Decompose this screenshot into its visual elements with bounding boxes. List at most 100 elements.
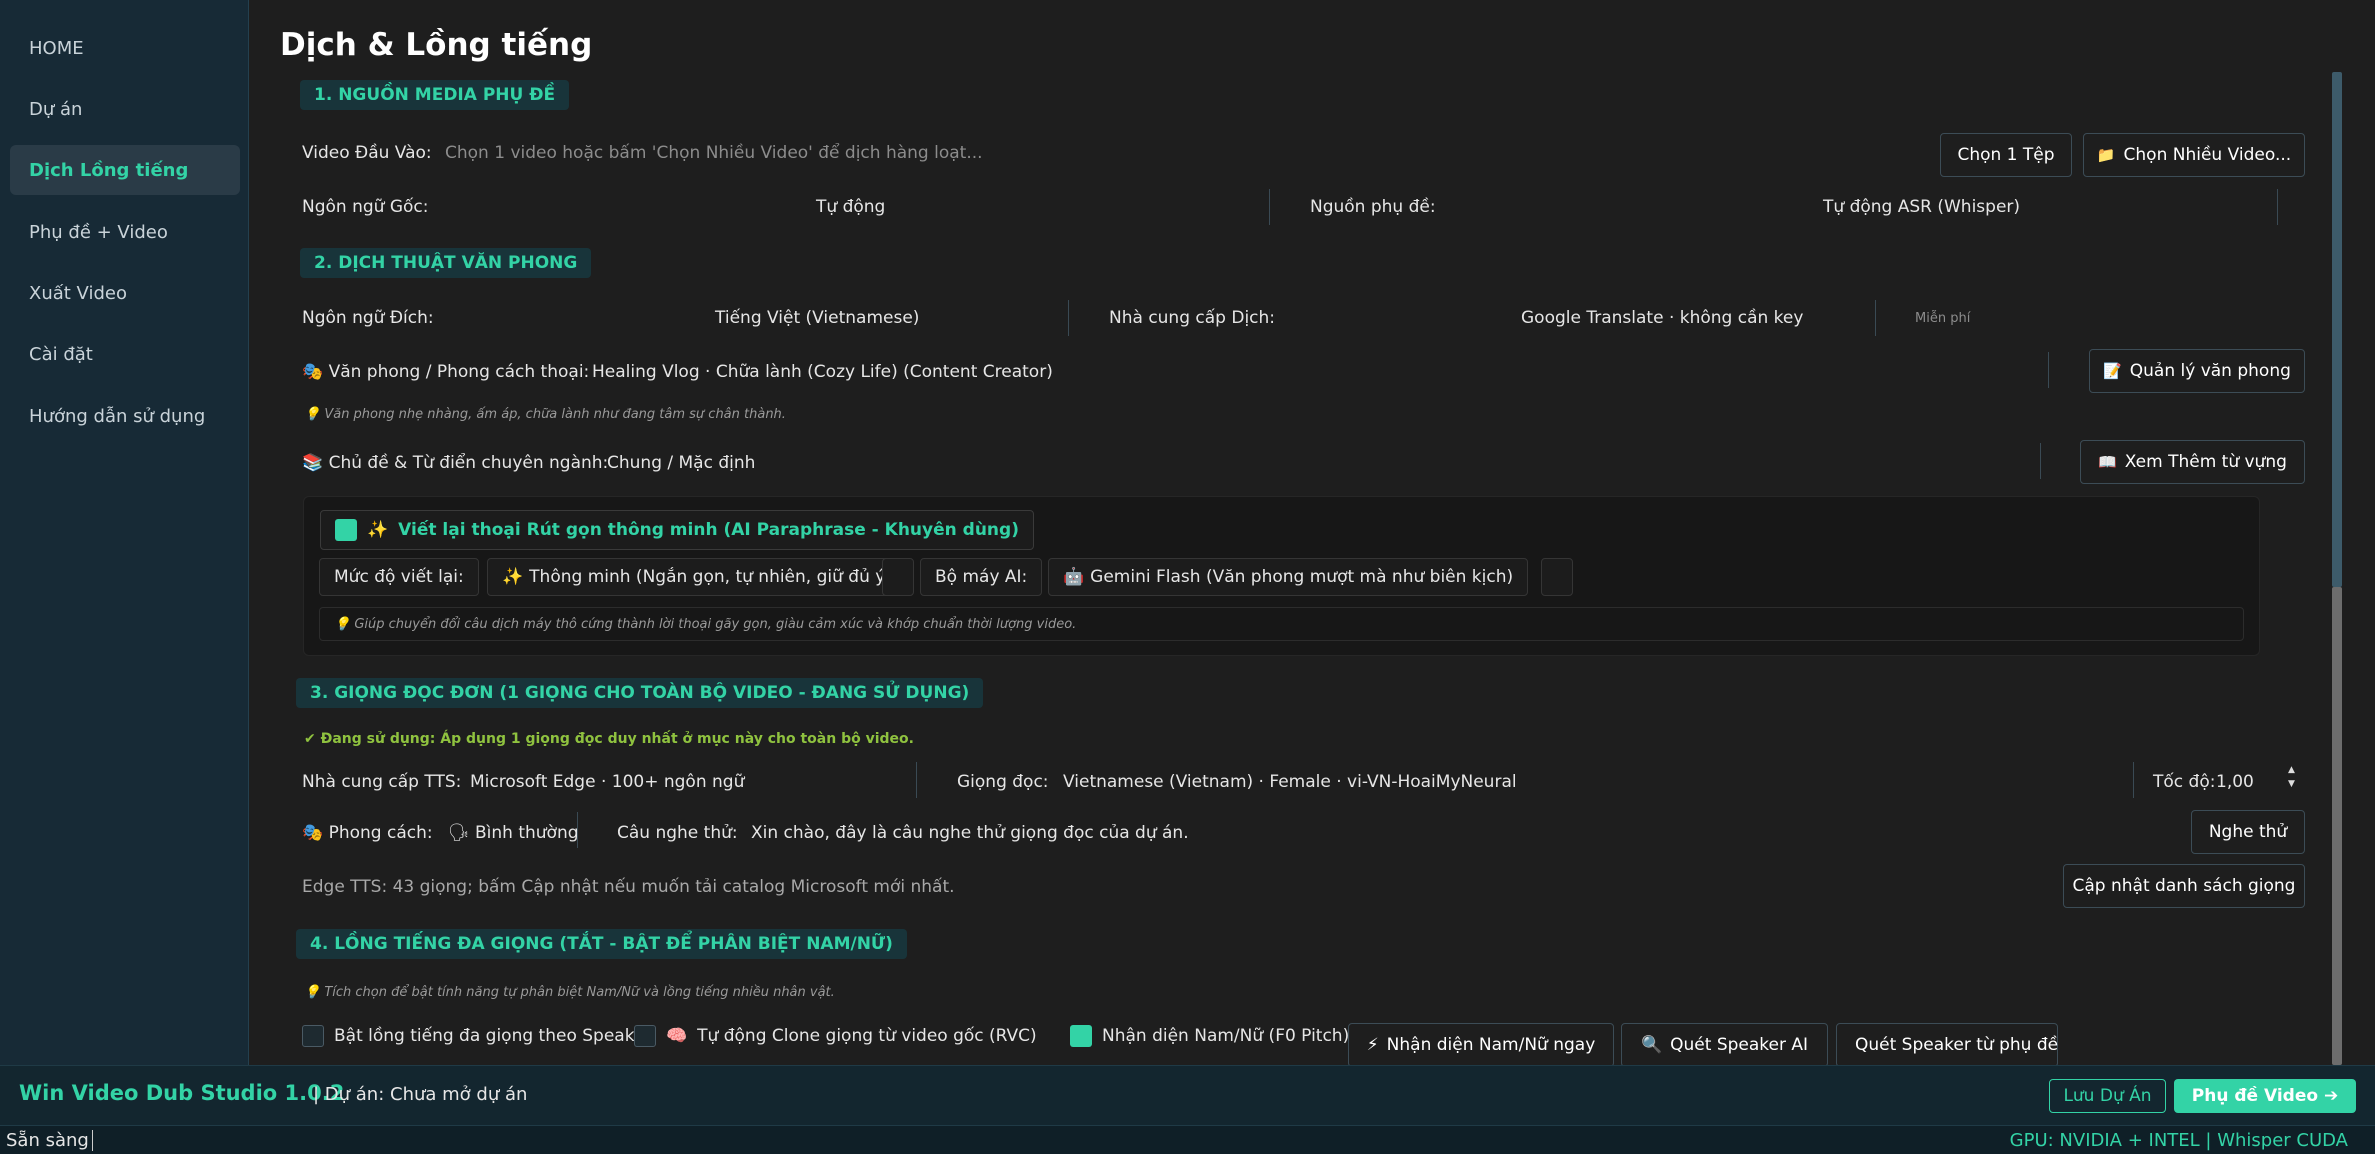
spin-down-icon[interactable]: ▼	[2288, 777, 2295, 791]
ai-paraphrase-checkbox[interactable]: ✨ Viết lại thoại Rút gọn thông minh (AI …	[320, 510, 1034, 550]
sidebar-item-home[interactable]: HOME	[10, 23, 240, 73]
listen-button[interactable]: Nghe thử	[2191, 810, 2305, 854]
divider	[1068, 300, 1069, 336]
ai-engine-select[interactable]: 🤖 Gemini Flash (Văn phong mượt mà như bi…	[1048, 558, 1529, 596]
checkbox-checked[interactable]	[335, 519, 357, 541]
section-4-heading: 4. LỒNG TIẾNG ĐA GIỌNG (TẮT - BẬT ĐỂ PHÂ…	[296, 929, 907, 959]
lightbulb-icon: 💡	[304, 407, 321, 422]
choose-one-file-button[interactable]: Chọn 1 Tệp	[1940, 133, 2072, 177]
book-icon: 📖	[2098, 453, 2117, 471]
target-language-label: Ngôn ngữ Đích:	[302, 308, 434, 328]
bottom-bar: Win Video Dub Studio 1.0.2 | Dự án: Chưa…	[0, 1065, 2375, 1125]
tts-info: Edge TTS: 43 giọng; bấm Cập nhật nếu muố…	[302, 877, 955, 897]
sample-text-input[interactable]: Xin chào, đây là câu nghe thử giọng đọc …	[751, 823, 1189, 843]
multi-voice-hint-text: Tích chọn để bật tính năng tự phân biệt …	[324, 985, 835, 1000]
voice-select[interactable]: Vietnamese (Vietnam) · Female · vi-VN-Ho…	[1063, 772, 1517, 792]
sidebar-item-subtitles-video[interactable]: Phụ đề + Video	[10, 207, 240, 257]
checkbox-unchecked[interactable]	[302, 1025, 324, 1047]
sidebar-item-export[interactable]: Xuất Video	[10, 268, 240, 318]
speed-label-text: Tốc độ:	[2153, 772, 2216, 792]
subtitle-source-select[interactable]: Tự động ASR (Whisper)	[1823, 197, 2020, 217]
tts-provider-select[interactable]: Microsoft Edge · 100+ ngôn ngữ	[470, 772, 744, 792]
source-language-select[interactable]: Tự động	[816, 197, 885, 217]
ai-paraphrase-card: ✨ Viết lại thoại Rút gọn thông minh (AI …	[303, 496, 2260, 656]
sidebar-item-translate-dub[interactable]: Dịch Lồng tiếng	[10, 145, 240, 195]
notepad-icon: 📝	[2103, 362, 2122, 380]
tts-provider-label: Nhà cung cấp TTS:	[302, 772, 462, 792]
folder-icon: 📁	[2096, 146, 2116, 164]
scan-speaker-subtitle-button[interactable]: Quét Speaker từ phụ đề	[1836, 1023, 2058, 1065]
rewrite-level-label: Mức độ viết lại:	[319, 558, 479, 596]
sparkles-icon: ✨	[502, 567, 524, 587]
ai-hint: 💡 Giúp chuyển đổi câu dịch máy thô cứng …	[334, 617, 1076, 632]
ai-engine-value: Gemini Flash (Văn phong mượt mà như biên…	[1090, 567, 1514, 587]
scrollbar-thumb-lower[interactable]	[2332, 587, 2342, 1065]
page-title: Dịch & Lồng tiếng	[280, 27, 593, 63]
ai-hint-box: 💡 Giúp chuyển đổi câu dịch máy thô cứng …	[319, 607, 2244, 641]
subtitle-source-label: Nguồn phụ đề:	[1310, 197, 1436, 217]
spin-up-icon[interactable]: ▲	[2288, 763, 2295, 777]
style-label-text: Văn phong / Phong cách thoại:	[328, 362, 590, 382]
view-vocab-label: Xem Thêm từ vựng	[2124, 452, 2287, 472]
brain-icon: 🧠	[666, 1026, 688, 1046]
gender-detect-option[interactable]: Nhận diện Nam/Nữ (F0 Pitch)	[1070, 1025, 1349, 1047]
next-subtitles-video-button[interactable]: Phụ đề Video ➔	[2174, 1079, 2356, 1113]
update-voices-button[interactable]: Cập nhật danh sách giọng	[2063, 864, 2305, 908]
translate-provider-select[interactable]: Google Translate · không cần key	[1521, 308, 1803, 328]
input-video-field[interactable]: Chọn 1 video hoặc bấm 'Chọn Nhiều Video'…	[445, 143, 983, 163]
theater-masks-icon: 🎭	[302, 823, 324, 843]
divider	[2277, 189, 2278, 225]
clone-voice-option[interactable]: 🧠 Tự động Clone giọng từ video gốc (RVC)	[634, 1025, 1037, 1047]
sidebar-item-projects[interactable]: Dự án	[10, 84, 240, 134]
scrollbar-thumb[interactable]	[2332, 72, 2342, 587]
provider-free-note: Miễn phí	[1915, 311, 1971, 326]
speed-label: Tốc độ:	[2135, 772, 2215, 792]
gender-detect-option-label: Nhận diện Nam/Nữ (F0 Pitch)	[1102, 1026, 1350, 1046]
topic-label-text: Chủ đề & Từ điển chuyên ngành:	[328, 453, 609, 473]
style-hint-text: Văn phong nhẹ nhàng, ấm áp, chữa lành nh…	[324, 407, 786, 422]
style-select[interactable]: Healing Vlog · Chữa lành (Cozy Life) (Co…	[592, 362, 1053, 382]
scan-speaker-ai-button[interactable]: 🔍 Quét Speaker AI	[1621, 1023, 1828, 1065]
source-language-label: Ngôn ngữ Gốc:	[302, 197, 429, 217]
rewrite-level-dropdown[interactable]	[882, 558, 914, 596]
lightbulb-icon: 💡	[304, 985, 321, 1000]
choose-one-file-label: Chọn 1 Tệp	[1957, 145, 2055, 165]
topic-select[interactable]: Chung / Mặc định	[607, 453, 755, 473]
rewrite-level-select[interactable]: ✨ Thông minh (Ngắn gọn, tự nhiên, giữ đủ…	[487, 558, 907, 596]
target-language-select[interactable]: Tiếng Việt (Vietnamese)	[715, 308, 919, 328]
speed-spinner[interactable]: ▲ ▼	[2288, 763, 2295, 791]
status-ready: Sẵn sàng	[6, 1130, 89, 1151]
listen-label: Nghe thử	[2208, 822, 2288, 842]
tone-value: Bình thường	[475, 823, 579, 843]
save-project-label: Lưu Dự Án	[2063, 1086, 2152, 1106]
speed-input[interactable]: 1,00	[2216, 772, 2254, 792]
checkbox-unchecked[interactable]	[634, 1025, 656, 1047]
divider	[577, 812, 578, 848]
ai-engine-dropdown[interactable]	[1541, 558, 1573, 596]
style-label: 🎭 Văn phong / Phong cách thoại:	[302, 362, 589, 382]
multi-voice-option[interactable]: Bật lồng tiếng đa giọng theo Speaker	[302, 1025, 651, 1047]
section-4-options-row: Bật lồng tiếng đa giọng theo Speaker 🧠 T…	[302, 1023, 2332, 1065]
section-3-heading: 3. GIỌNG ĐỌC ĐƠN (1 GIỌNG CHO TOÀN BỘ VI…	[296, 678, 984, 708]
tone-label: 🎭 Phong cách:	[302, 823, 433, 843]
multi-voice-hint: 💡 Tích chọn để bật tính năng tự phân biệ…	[304, 985, 835, 1000]
search-icon: 🔍	[1640, 1035, 1663, 1055]
tone-label-text: Phong cách:	[328, 823, 433, 843]
detect-gender-button[interactable]: ⚡ Nhận diện Nam/Nữ ngay	[1348, 1023, 1614, 1065]
project-status: | Dự án: Chưa mở dự án	[313, 1084, 528, 1105]
tone-select[interactable]: 🗣 Bình thường	[448, 823, 579, 843]
sidebar-item-guide[interactable]: Hướng dẫn sử dụng	[10, 391, 240, 441]
view-vocab-button[interactable]: 📖 Xem Thêm từ vựng	[2080, 440, 2305, 484]
manage-style-button[interactable]: 📝 Quản lý văn phong	[2089, 349, 2305, 393]
checkbox-checked[interactable]	[1070, 1025, 1092, 1047]
sparkles-icon: ✨	[367, 520, 389, 540]
divider	[1269, 189, 1270, 225]
sidebar-item-settings[interactable]: Cài đặt	[10, 329, 240, 379]
status-gpu: GPU: NVIDIA + INTEL | Whisper CUDA	[2009, 1130, 2348, 1151]
save-project-button[interactable]: Lưu Dự Án	[2049, 1079, 2166, 1113]
ai-hint-text: Giúp chuyển đổi câu dịch máy thô cứng th…	[354, 616, 1077, 632]
ai-paraphrase-label: Viết lại thoại Rút gọn thông minh (AI Pa…	[398, 520, 1019, 540]
input-video-label: Video Đầu Vào:	[302, 143, 432, 163]
speaking-head-icon: 🗣	[448, 823, 470, 843]
choose-many-videos-button[interactable]: 📁 Chọn Nhiều Video...	[2083, 133, 2305, 177]
